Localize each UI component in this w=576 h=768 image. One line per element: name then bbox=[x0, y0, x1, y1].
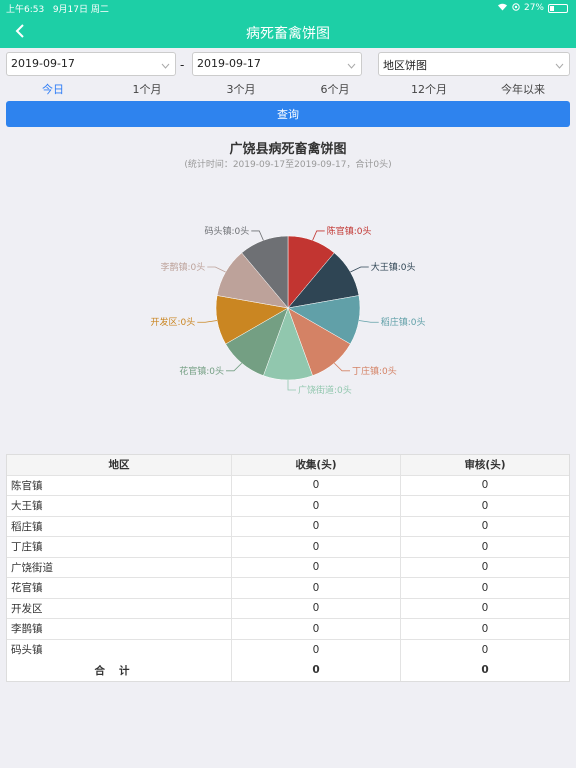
wifi-icon bbox=[497, 2, 508, 14]
row-collected: 0 bbox=[232, 619, 401, 639]
row-region: 大王镇 bbox=[7, 496, 232, 516]
status-date: 9月17日 周二 bbox=[52, 5, 109, 15]
total-collected: 0 bbox=[232, 660, 401, 681]
query-button[interactable]: 查询 bbox=[6, 101, 570, 127]
start-date-select[interactable]: 2019-09-17 bbox=[6, 52, 176, 76]
row-collected: 0 bbox=[232, 598, 401, 618]
row-collected: 0 bbox=[232, 475, 401, 495]
table-row: 稻庄镇 0 0 bbox=[7, 516, 569, 537]
pie-leader-line bbox=[287, 380, 296, 391]
row-region: 丁庄镇 bbox=[7, 537, 232, 557]
date-separator: - bbox=[180, 58, 185, 72]
pie-chart: 陈官镇:0头大王镇:0头稻庄镇:0头丁庄镇:0头广饶街道:0头 花官镇:0头 开发区… bbox=[151, 225, 426, 396]
row-collected: 0 bbox=[232, 516, 401, 536]
table-row: 码头镇 0 0 bbox=[7, 639, 569, 660]
row-region: 李鹊镇 bbox=[7, 619, 232, 639]
total-label: 合计 bbox=[7, 660, 232, 681]
row-collected: 0 bbox=[232, 537, 401, 557]
tab-today[interactable]: 今日 bbox=[6, 78, 100, 98]
pie-leader-line bbox=[350, 266, 369, 273]
battery-percent: 27% bbox=[523, 3, 544, 13]
row-region: 码头镇 bbox=[7, 639, 232, 660]
pie-slice-label: 开发区:0头 bbox=[151, 316, 196, 328]
row-collected: 0 bbox=[232, 578, 401, 598]
table-row: 丁庄镇 0 0 bbox=[7, 537, 569, 558]
tab-3-months[interactable]: 3个月 bbox=[194, 78, 288, 98]
end-date-value: 2019-09-17 bbox=[197, 57, 261, 70]
tab-12-months[interactable]: 12个月 bbox=[382, 78, 476, 98]
battery-fill bbox=[550, 5, 555, 11]
period-tabs: 今日 1个月 3个月 6个月 12个月 今年以来 bbox=[6, 78, 570, 98]
row-region: 陈官镇 bbox=[7, 475, 232, 495]
row-reviewed: 0 bbox=[481, 581, 489, 594]
row-reviewed: 0 bbox=[481, 602, 489, 615]
pie-slice-label: 花官镇:0头 bbox=[179, 365, 224, 377]
battery-icon bbox=[548, 3, 568, 13]
row-reviewed: 0 bbox=[481, 520, 489, 533]
row-reviewed: 0 bbox=[481, 499, 489, 512]
table-row: 大王镇 0 0 bbox=[7, 496, 569, 517]
table-row: 开发区 0 0 bbox=[7, 598, 569, 619]
total-reviewed: 0 bbox=[481, 664, 489, 677]
chart-type-value: 地区饼图 bbox=[383, 59, 427, 72]
row-reviewed: 0 bbox=[481, 643, 489, 656]
location-icon bbox=[512, 2, 520, 14]
chevron-down-icon bbox=[347, 59, 356, 72]
pie-slice-label: 李鹊镇:0头 bbox=[160, 261, 205, 273]
tab-1-month[interactable]: 1个月 bbox=[100, 78, 194, 98]
chevron-down-icon bbox=[555, 59, 564, 72]
table-row: 陈官镇 0 0 bbox=[7, 475, 569, 496]
chevron-down-icon bbox=[161, 59, 170, 72]
row-collected: 0 bbox=[232, 639, 401, 660]
row-region: 稻庄镇 bbox=[7, 516, 232, 536]
table-row: 花官镇 0 0 bbox=[7, 578, 569, 599]
table-header-row: 地区 收集(头) 审核(头) bbox=[7, 455, 569, 476]
pie-leader-line bbox=[226, 362, 243, 372]
status-time-date: 上午6:53 9月17日 周二 bbox=[6, 2, 109, 15]
row-reviewed: 0 bbox=[481, 622, 489, 635]
pie-leader-line bbox=[207, 266, 226, 273]
page-title: 病死畜禽饼图 bbox=[246, 26, 330, 42]
table-row: 李鹊镇 0 0 bbox=[7, 619, 569, 640]
row-region: 花官镇 bbox=[7, 578, 232, 598]
pie-slice-label: 稻庄镇:0头 bbox=[381, 316, 426, 328]
start-date-value: 2019-09-17 bbox=[11, 57, 75, 70]
row-region: 开发区 bbox=[7, 598, 232, 618]
header-reviewed: 审核(头) bbox=[464, 459, 506, 472]
row-collected: 0 bbox=[232, 557, 401, 577]
status-time: 上午6:53 bbox=[6, 5, 45, 15]
tab-6-months[interactable]: 6个月 bbox=[288, 78, 382, 98]
data-table: 地区 收集(头) 审核(头) 陈官镇 0 0 大王镇 0 0 稻庄镇 0 0 丁庄镇 0 0 广饶街道 0… bbox=[6, 454, 570, 682]
pie-slice-label: 陈官镇:0头 bbox=[327, 225, 372, 237]
nav-bar: 病死畜禽饼图 bbox=[0, 16, 576, 48]
chart-title: 广饶县病死畜禽饼图 bbox=[229, 142, 347, 157]
tab-this-year[interactable]: 今年以来 bbox=[476, 78, 570, 98]
row-collected: 0 bbox=[232, 496, 401, 516]
header-collected: 收集(头) bbox=[232, 455, 401, 475]
chart-type-select[interactable]: 地区饼图 bbox=[378, 52, 570, 76]
pie-slice-label: 大王镇:0头 bbox=[371, 261, 416, 273]
table-row: 广饶街道 0 0 bbox=[7, 557, 569, 578]
chart-subtitle: (统计时间：2019-09-17至2019-09-17，合计0头) bbox=[184, 160, 392, 170]
row-region: 广饶街道 bbox=[7, 557, 232, 577]
pie-slice-label: 码头镇:0头 bbox=[205, 225, 250, 237]
row-reviewed: 0 bbox=[481, 479, 489, 492]
pie-leader-line bbox=[251, 230, 264, 241]
status-bar: 上午6:53 9月17日 周二 27% bbox=[0, 0, 576, 16]
pie-leader-line bbox=[197, 320, 218, 323]
end-date-select[interactable]: 2019-09-17 bbox=[192, 52, 362, 76]
pie-slice-label: 广饶街道:0头 bbox=[298, 384, 352, 396]
status-right: 27% bbox=[497, 2, 568, 14]
row-reviewed: 0 bbox=[481, 561, 489, 574]
pie-slice-label: 丁庄镇:0头 bbox=[352, 365, 397, 377]
pie-leader-line bbox=[358, 320, 379, 323]
table-total-row: 合计 0 0 bbox=[7, 660, 569, 681]
header-region: 地区 bbox=[7, 455, 232, 475]
pie-leader-line bbox=[333, 362, 350, 372]
row-reviewed: 0 bbox=[481, 540, 489, 553]
pie-leader-line bbox=[312, 230, 325, 241]
